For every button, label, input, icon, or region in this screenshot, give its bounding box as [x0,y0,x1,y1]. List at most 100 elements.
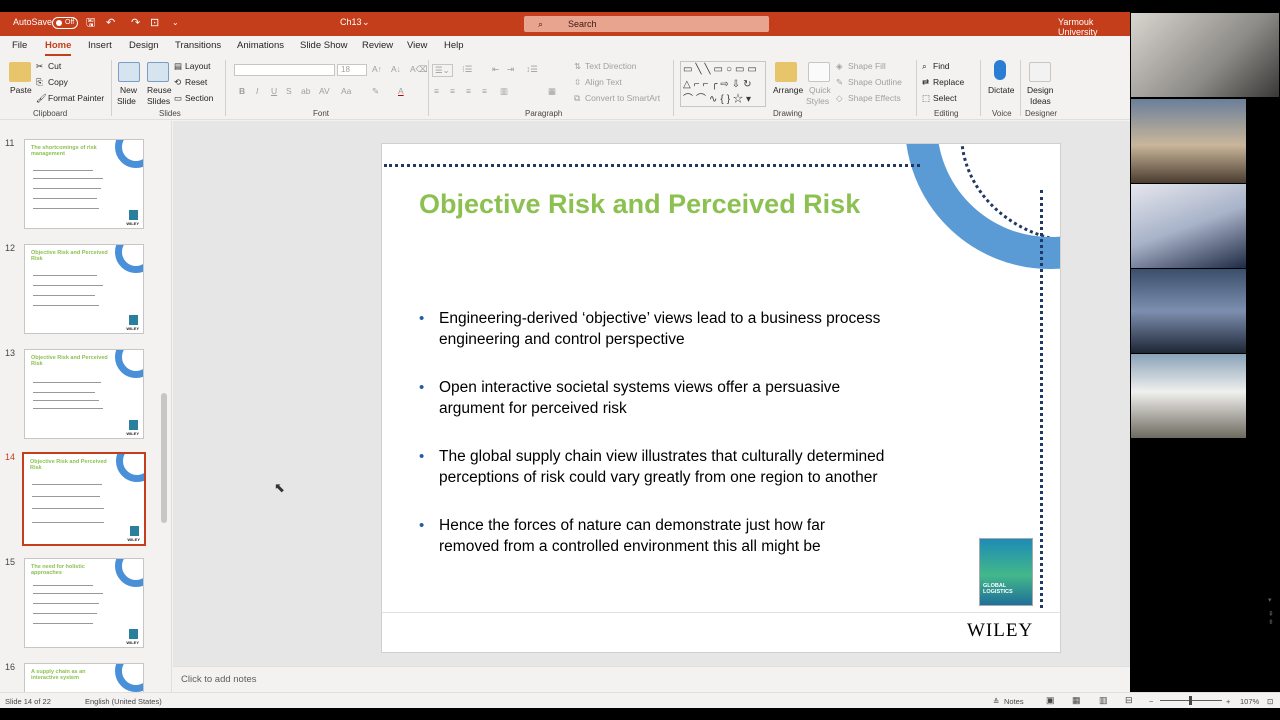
zoom-in-icon[interactable]: + [1226,697,1230,706]
bullet-item[interactable]: Hence the forces of nature can demonstra… [419,515,889,557]
find-icon[interactable]: ⌕ [922,61,927,72]
slide-thumbnail[interactable]: Objective Risk and Perceived Risk WILEY [24,244,144,334]
slide-thumbnail[interactable]: The need for holistic approaches WILEY [24,558,144,648]
zoom-slider-thumb[interactable] [1189,696,1192,705]
microphone-icon[interactable] [994,60,1006,80]
quick-styles-line2[interactable]: Styles [806,96,829,106]
tab-animations[interactable]: Animations [237,40,284,51]
cut-button[interactable]: Cut [48,61,61,71]
font-color-icon[interactable]: A [398,86,404,96]
tab-home[interactable]: Home [45,40,72,56]
notes-pane[interactable]: Click to add notes [173,666,1130,692]
previous-slide-icon[interactable]: ⇞ [1268,610,1278,618]
thumbnail-scrollbar[interactable] [160,135,168,690]
tab-slide-show[interactable]: Slide Show [300,40,348,51]
clear-formatting-icon[interactable]: A⌫ [410,64,428,75]
smartart-icon[interactable]: ⧉ [574,93,580,104]
notes-icon[interactable]: ≙ [993,697,999,706]
format-painter-button[interactable]: Format Painter [48,93,104,103]
line-spacing-icon[interactable]: ↕☰ [526,64,538,75]
fit-to-window-icon[interactable]: ⊡ [1267,697,1273,706]
text-direction-icon[interactable]: ⇅ [574,61,581,72]
search-box[interactable]: ⌕ Search [524,16,769,32]
reset-icon[interactable]: ⟲ [174,77,181,88]
shape-effects-button[interactable]: Shape Effects [848,93,901,103]
paint-bucket-icon[interactable]: ◈ [836,61,843,72]
participant-video-tile[interactable] [1131,184,1246,268]
layout-button[interactable]: Layout [185,61,211,71]
bullet-item[interactable]: Open interactive societal systems views … [419,377,889,419]
quick-styles-line1[interactable]: Quick [809,85,831,95]
new-slide-button-line2[interactable]: Slide [117,96,136,106]
shadow-icon[interactable]: S [286,86,292,96]
justify-icon[interactable]: ≡ [482,86,487,96]
numbering-icon[interactable]: ⁝☰ [462,64,472,75]
customize-qat-icon[interactable]: ⌄ [172,17,179,29]
slide-thumbnail[interactable]: A supply chain as an interactive system [24,663,144,692]
shape-fill-button[interactable]: Shape Fill [848,61,886,71]
present-icon[interactable]: ⊡ [150,17,159,29]
slideshow-icon[interactable]: ⊟ [1125,695,1133,706]
slide-thumbnail-selected[interactable]: Objective Risk and Perceived Risk WILEY [22,452,146,546]
tab-insert[interactable]: Insert [88,40,112,51]
paste-icon[interactable] [9,62,31,82]
reset-button[interactable]: Reset [185,77,207,87]
grow-font-icon[interactable]: A↑ [372,64,382,74]
brush-icon[interactable]: 🖌 [36,93,47,104]
tab-transitions[interactable]: Transitions [175,40,221,51]
book-cover-image[interactable]: GLOBAL LOGISTICS [979,538,1033,606]
convert-smartart-button[interactable]: Convert to SmartArt [585,93,660,103]
font-size-dropdown[interactable]: 18 [337,64,367,76]
align-text-icon[interactable]: ⇳ [574,77,581,88]
zoom-level[interactable]: 107% [1240,697,1259,706]
reading-view-icon[interactable]: ▥ [1099,695,1108,706]
participant-video-tile[interactable] [1131,99,1246,183]
bullet-item[interactable]: Engineering-derived ‘objective’ views le… [419,308,889,350]
tab-design[interactable]: Design [129,40,159,51]
tab-file[interactable]: File [12,40,27,51]
underline-icon[interactable]: U [271,86,277,96]
replace-button[interactable]: Replace [933,77,964,87]
reuse-slides-line2[interactable]: Slides [147,96,170,106]
outline-icon[interactable]: ✎ [836,77,843,88]
section-button[interactable]: Section [185,93,213,103]
font-name-dropdown[interactable] [234,64,335,76]
bullets-icon[interactable]: ☰⌄ [432,64,453,77]
select-icon[interactable]: ⬚ [922,93,930,104]
tab-view[interactable]: View [407,40,427,51]
reuse-slides-line1[interactable]: Reuse [147,85,172,95]
scroll-down-icon[interactable]: ▾ [1268,596,1278,604]
current-slide[interactable]: Objective Risk and Perceived Risk Engine… [381,143,1061,653]
undo-icon[interactable]: ↶ [106,17,115,29]
scissors-icon[interactable]: ✂ [36,61,43,72]
select-button[interactable]: Select [933,93,957,103]
normal-view-icon[interactable]: ▣ [1046,695,1055,706]
shape-outline-button[interactable]: Shape Outline [848,77,902,87]
shapes-gallery[interactable]: ▭╲╲▭○▭▭ △⌐⌐╭⇨⇩↻ ⌒⌒∿{}☆▾ [680,61,766,107]
zoom-out-icon[interactable]: − [1149,697,1153,706]
increase-indent-icon[interactable]: ⇥ [507,64,514,75]
slide-thumbnail[interactable]: Objective Risk and Perceived Risk WILEY [24,349,144,439]
tab-help[interactable]: Help [444,40,464,51]
layout-icon[interactable]: ▤ [174,61,182,72]
replace-icon[interactable]: ⇄ [922,77,929,88]
new-slide-icon[interactable] [118,62,140,82]
arrange-button[interactable]: Arrange [773,85,803,95]
redo-icon[interactable]: ↷ [131,17,140,29]
dictate-button[interactable]: Dictate [988,85,1014,95]
decrease-indent-icon[interactable]: ⇤ [492,64,499,75]
participant-video-tile[interactable] [1131,354,1246,438]
bullet-item[interactable]: The global supply chain view illustrates… [419,446,889,488]
quick-styles-icon[interactable] [808,62,830,82]
strikethrough-icon[interactable]: ab [301,86,310,96]
next-slide-icon[interactable]: ⇟ [1268,618,1278,626]
find-button[interactable]: Find [933,61,950,71]
copy-icon[interactable]: ⎘ [36,77,43,88]
align-text-button[interactable]: Align Text [585,77,622,87]
bold-icon[interactable]: B [239,86,245,96]
slide-sorter-icon[interactable]: ▦ [1072,695,1081,706]
align-left-icon[interactable]: ≡ [434,86,439,96]
align-right-icon[interactable]: ≡ [466,86,471,96]
notes-toggle[interactable]: Notes [1004,697,1024,706]
paste-button[interactable]: Paste [10,85,32,95]
